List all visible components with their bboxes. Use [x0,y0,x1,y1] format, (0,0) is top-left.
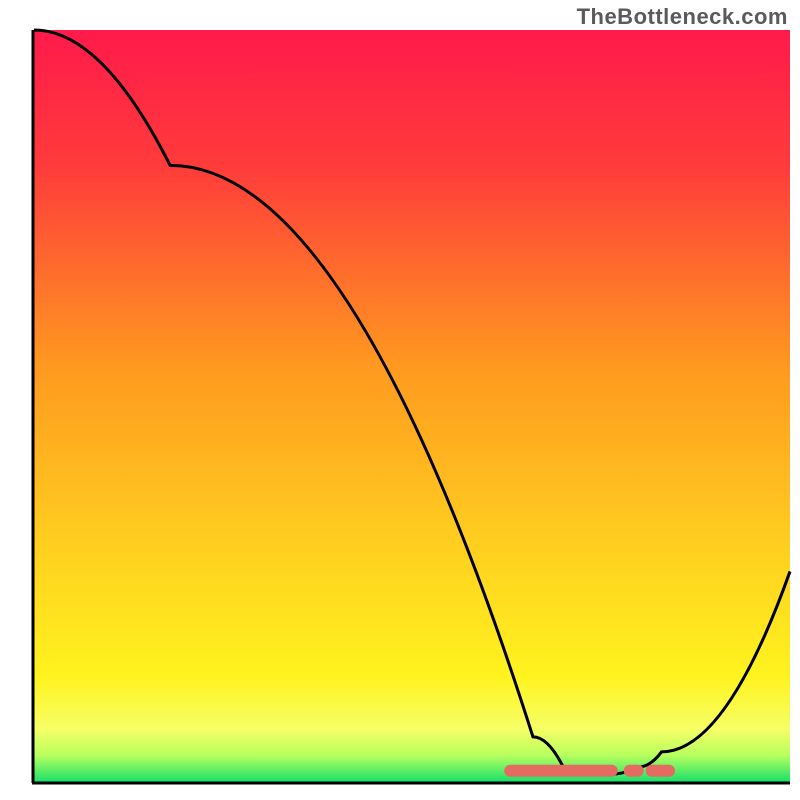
bottleneck-chart [0,0,800,800]
watermark-text: TheBottleneck.com [577,4,788,30]
plot-gradient-area [34,30,790,782]
chart-frame: TheBottleneck.com [0,0,800,800]
